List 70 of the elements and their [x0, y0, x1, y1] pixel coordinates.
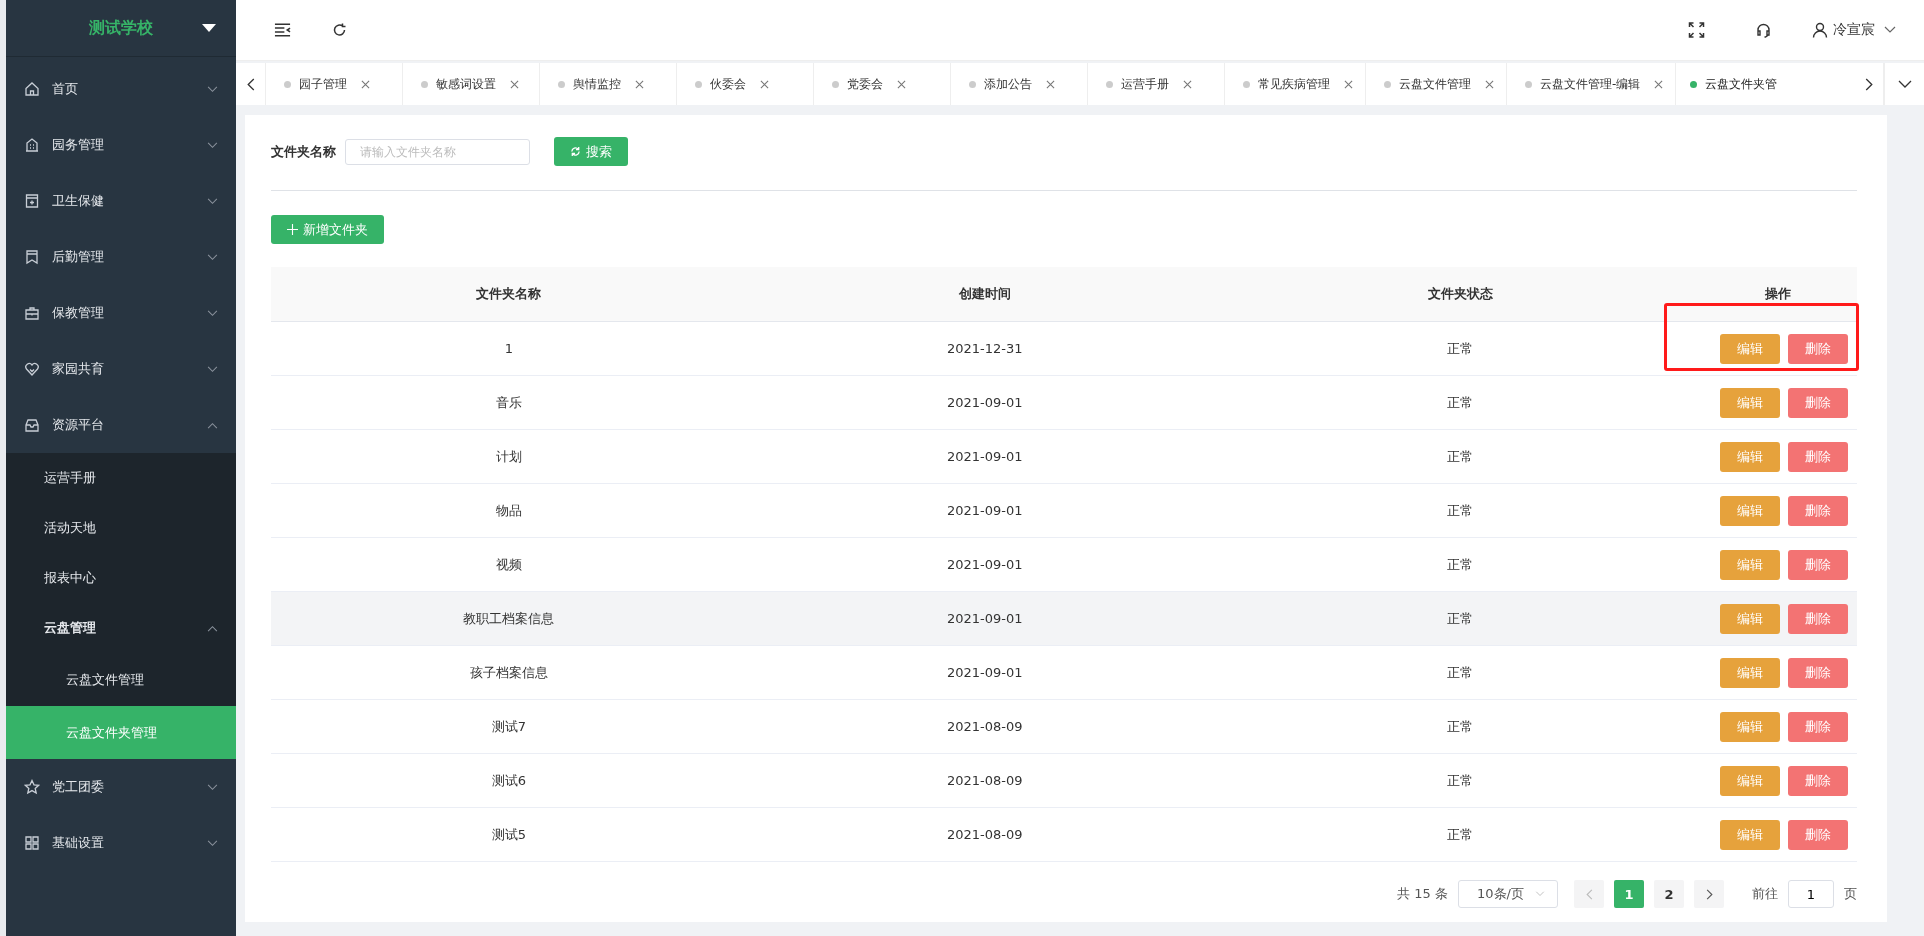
total-count: 共 15 条 [1397, 885, 1448, 903]
school-name: 测试学校 [89, 17, 153, 39]
table-cell: 孩子档案信息 [469, 664, 548, 680]
table-cell: 正常 [1447, 772, 1474, 788]
page-tab[interactable]: 党委会 [814, 63, 951, 105]
page-tab[interactable]: 常见疾病管理 [1225, 63, 1366, 105]
submenu-item[interactable]: 活动天地 [6, 503, 236, 553]
page-tab[interactable]: 运营手册 [1088, 63, 1225, 105]
page-unit: 页 [1844, 885, 1857, 903]
table-cell: 2021-12-31 [946, 341, 1023, 356]
page-tab[interactable]: 园子管理 [266, 63, 403, 105]
column-header: 文件夹状态 [1428, 286, 1493, 301]
page-tab[interactable]: 云盘文件管理 [1366, 63, 1507, 105]
table-cell: 2021-09-01 [946, 665, 1023, 680]
page-number-field[interactable]: 1 [1788, 880, 1834, 908]
table-cell: 物品 [495, 502, 522, 518]
page-tab[interactable]: 云盘文件夹管 [1676, 63, 1788, 105]
menu-item[interactable]: 保教管理 [6, 285, 236, 341]
table-cell: 正常 [1447, 448, 1474, 464]
page-tab[interactable]: 云盘文件管理-编辑 [1507, 63, 1677, 105]
table-cell: 正常 [1447, 502, 1474, 518]
table-cell: 2021-09-01 [946, 449, 1023, 464]
table-cell: 正常 [1447, 664, 1474, 680]
table-cell: 正常 [1447, 826, 1474, 842]
table-cell: 2021-09-01 [946, 503, 1023, 518]
page-button[interactable]: 2 [1654, 880, 1684, 908]
table-cell: 1 [504, 341, 514, 356]
column-header: 操作 [1764, 286, 1791, 301]
page-tab[interactable]: 添加公告 [951, 63, 1088, 105]
table-cell: 2021-09-01 [946, 557, 1023, 572]
table-cell: 正常 [1447, 610, 1474, 626]
table-cell: 测试7 [491, 718, 527, 734]
table-cell: 2021-08-09 [946, 719, 1023, 734]
menu-item[interactable]: 基础设置 [6, 815, 236, 871]
table-cell: 测试5 [491, 826, 527, 842]
menu-item[interactable]: 卫生保健 [6, 173, 236, 229]
menu-item[interactable]: 资源平台 [6, 397, 236, 453]
menu-item[interactable]: 后勤管理 [6, 229, 236, 285]
table-cell: 正常 [1447, 340, 1474, 356]
table-cell: 测试6 [491, 772, 527, 788]
table-cell: 2021-08-09 [946, 827, 1023, 842]
menu-item[interactable]: 首页 [6, 61, 236, 117]
page-size-select[interactable]: 10条/页 [1458, 880, 1558, 908]
table-cell: 正常 [1447, 556, 1474, 572]
table-cell: 计划 [495, 448, 522, 464]
submenu-item[interactable]: 报表中心 [6, 553, 236, 603]
table-cell: 教职工档案信息 [463, 610, 555, 626]
user-name: 冷宣宸 [1833, 21, 1875, 39]
folder-name-field[interactable]: 请输入文件夹名称 [345, 138, 530, 165]
user-menu[interactable]: 冷宣宸 [1812, 21, 1896, 39]
menu-item[interactable]: 党工团委 [6, 759, 236, 815]
page-tab[interactable]: 舆情监控 [540, 63, 677, 105]
menu-item[interactable]: 家园共育 [6, 341, 236, 397]
column-header: 创建时间 [958, 286, 1011, 301]
goto-label: 前往 [1752, 885, 1778, 903]
menu-item[interactable]: 园务管理 [6, 117, 236, 173]
table-cell: 正常 [1447, 718, 1474, 734]
submenu-group[interactable]: 云盘管理 [6, 603, 236, 653]
table-cell: 视频 [495, 556, 522, 572]
page-tab[interactable]: 伙委会 [677, 63, 814, 105]
column-header: 文件夹名称 [476, 286, 542, 301]
page-tab[interactable]: 敏感词设置 [403, 63, 540, 105]
table-cell: 2021-08-09 [946, 773, 1023, 788]
table-cell: 正常 [1447, 394, 1474, 410]
field-label: 文件夹名称 [271, 142, 336, 161]
submenu-item[interactable]: 云盘文件管理 [6, 653, 236, 706]
table-cell: 2021-09-01 [946, 395, 1023, 410]
submenu-item[interactable]: 运营手册 [6, 453, 236, 503]
table-cell: 音乐 [495, 394, 522, 410]
table-cell: 2021-09-01 [946, 611, 1023, 626]
